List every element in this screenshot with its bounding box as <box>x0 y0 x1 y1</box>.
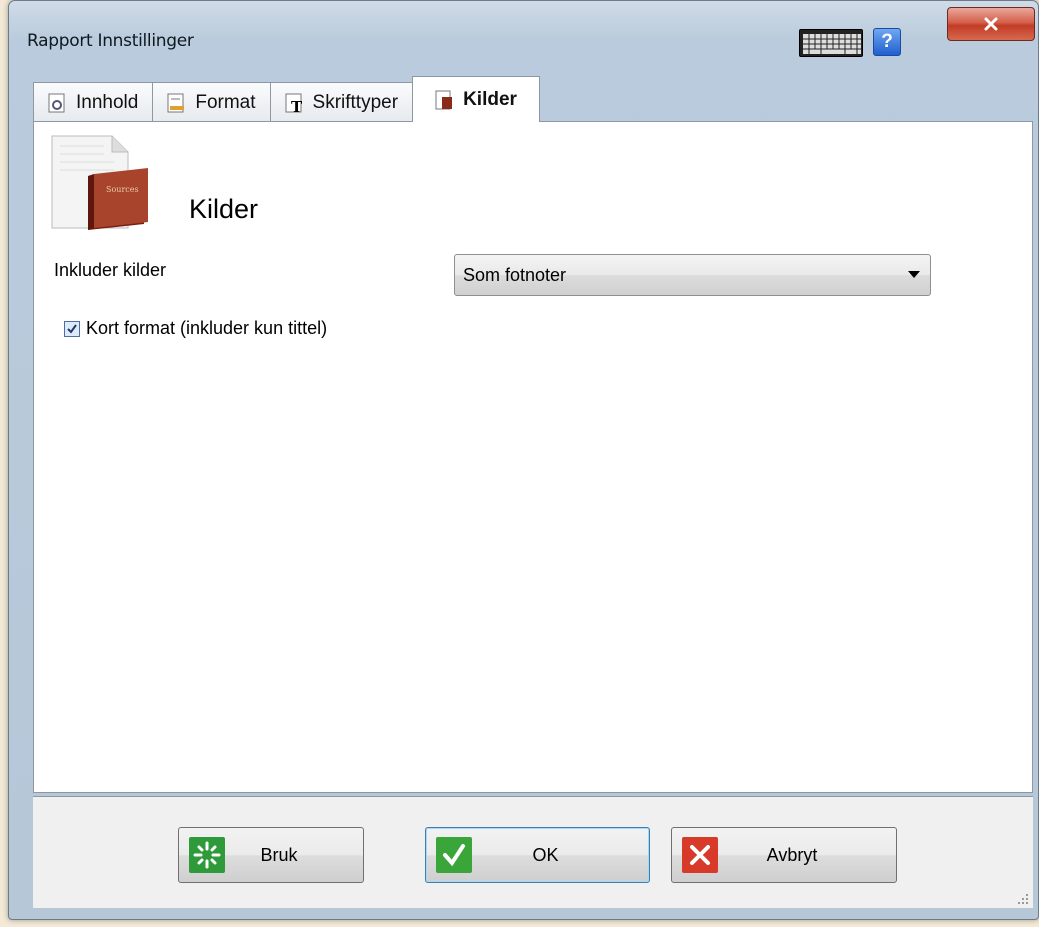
tab-kilder[interactable]: Kilder <box>412 76 540 122</box>
settings-doc-icon <box>46 92 68 114</box>
tab-skrifttyper-label: Skrifttyper <box>312 91 399 113</box>
tab-strip: Innhold Format T Skrifttyper Kilder <box>33 76 540 122</box>
checkmark-icon <box>67 323 77 334</box>
tab-skrifttyper[interactable]: T Skrifttyper <box>269 82 414 122</box>
include-sources-select[interactable]: Som fotnoter <box>454 254 931 296</box>
ok-button-label: OK <box>532 844 559 865</box>
svg-text:T: T <box>291 98 303 114</box>
book-doc-icon <box>433 89 455 111</box>
close-icon <box>984 17 998 31</box>
title-bar[interactable]: Rapport Innstillinger ? <box>9 1 1038 73</box>
short-format-row[interactable]: Kort format (inkluder kun tittel) <box>64 318 327 339</box>
keyboard-icon[interactable] <box>799 29 863 57</box>
cancel-button[interactable]: Avbryt <box>671 827 897 883</box>
font-doc-icon: T <box>283 92 305 116</box>
short-format-label: Kort format (inkluder kun tittel) <box>86 318 328 338</box>
report-settings-window: Rapport Innstillinger ? Innhold Format T… <box>8 0 1039 920</box>
sources-book-icon: Sources <box>44 132 152 232</box>
tab-innhold-label: Innhold <box>76 91 139 113</box>
format-doc-icon <box>165 92 187 114</box>
content-panel: Sources Kilder Inkluder kilder Som fotno… <box>33 121 1033 793</box>
apply-button[interactable]: Bruk <box>178 827 364 883</box>
button-bar: Bruk OK Avbryt <box>33 796 1033 908</box>
cancel-button-label: Avbryt <box>766 844 818 865</box>
section-title: Kilder <box>189 194 259 224</box>
tab-kilder-label: Kilder <box>463 88 517 110</box>
checkmark-icon <box>436 837 472 873</box>
help-icon[interactable]: ? <box>873 28 901 56</box>
ok-button[interactable]: OK <box>425 827 650 883</box>
book-cover-text: Sources <box>106 185 139 194</box>
tab-format[interactable]: Format <box>152 82 271 122</box>
window-title: Rapport Innstillinger <box>27 31 194 51</box>
apply-icon <box>189 837 225 873</box>
tab-format-label: Format <box>195 91 256 113</box>
close-button[interactable] <box>947 7 1035 41</box>
chevron-down-icon <box>908 271 920 278</box>
include-sources-value: Som fotnoter <box>463 264 567 285</box>
resize-grip-icon[interactable] <box>1017 892 1029 904</box>
tab-innhold[interactable]: Innhold <box>33 82 154 122</box>
short-format-checkbox[interactable] <box>64 320 80 337</box>
include-sources-label: Inkluder kilder <box>54 260 167 280</box>
apply-button-label: Bruk <box>260 844 298 865</box>
cancel-icon <box>682 837 718 873</box>
